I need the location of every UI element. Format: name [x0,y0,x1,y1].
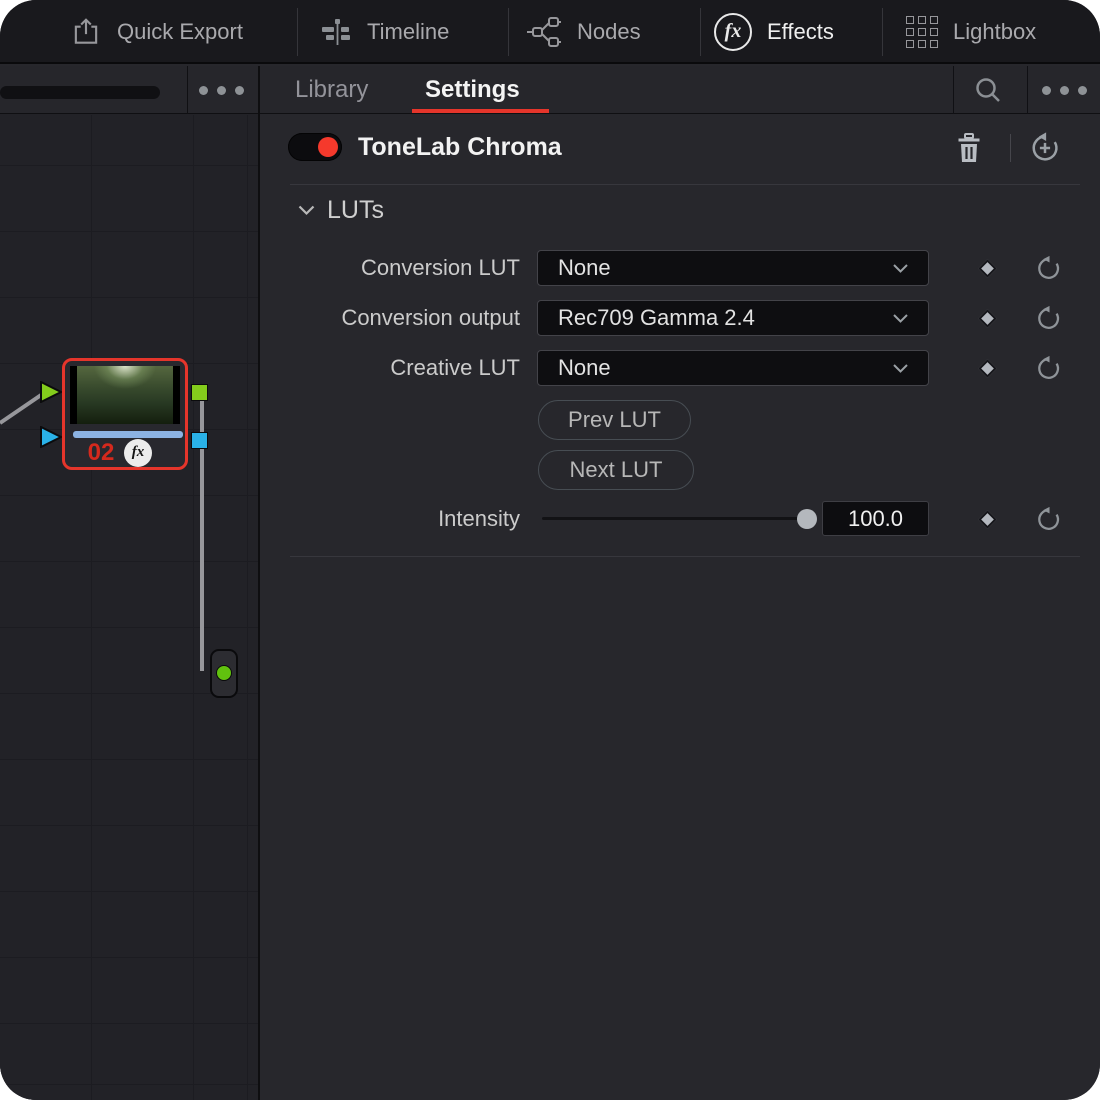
tab-settings[interactable]: Settings [425,66,520,114]
fx-glyph: fx [725,21,742,43]
node-thumbnail [70,366,180,424]
reset-icon [1035,305,1062,332]
rgb-output-port[interactable] [191,384,208,401]
quick-export-button[interactable]: Quick Export [70,0,243,64]
fx-icon: fx [714,13,752,51]
node-progress-bar [73,431,183,438]
node-fx-badge: fx [124,439,152,467]
key-input-port[interactable] [40,426,62,453]
nodes-label: Nodes [577,19,641,45]
intensity-label: Intensity [260,501,520,536]
header-divider [953,66,954,114]
keyframe-diamond-icon[interactable] [978,359,996,377]
restore-defaults-button[interactable] [1028,131,1062,165]
header-divider [1010,134,1011,162]
effects-label: Effects [767,19,834,45]
more-options-icon[interactable] [1042,86,1087,95]
conversion-output-dropdown[interactable]: Rec709 Gamma 2.4 [537,300,929,336]
intensity-slider-track[interactable] [542,517,812,520]
conversion-lut-label: Conversion LUT [260,250,520,286]
timeline-button[interactable]: Timeline [318,0,449,64]
prev-lut-button[interactable]: Prev LUT [538,400,691,440]
active-tab-underline [412,109,549,113]
intensity-value-field[interactable]: 100.0 [822,501,929,536]
next-lut-button[interactable]: Next LUT [538,450,694,490]
section-title: LUTs [327,196,384,225]
creative-lut-label: Creative LUT [260,350,520,386]
section-divider [290,184,1080,185]
node-number: 02 [81,439,121,467]
key-output-port[interactable] [191,432,208,449]
reset-icon [1035,506,1062,533]
chevron-down-icon [298,205,315,216]
tab-library[interactable]: Library [295,66,368,114]
downstream-node[interactable] [210,649,238,698]
forest-thumbnail-image [77,366,173,424]
node-graph-canvas: 02 fx [0,115,258,1100]
chevron-down-icon [893,364,908,373]
node-panel-header [0,66,258,114]
reset-button[interactable] [1034,354,1062,382]
conversion-output-label: Conversion output [260,300,520,336]
horizontal-scrollbar[interactable] [0,86,160,99]
effect-enable-toggle[interactable] [288,133,342,161]
chevron-down-icon [893,264,908,273]
header-divider [187,66,188,114]
reset-icon [1035,355,1062,382]
lightbox-icon [906,16,938,48]
node-graph-panel: 02 fx [0,66,260,1100]
trash-icon [956,133,982,163]
timeline-label: Timeline [367,19,449,45]
reset-button[interactable] [1034,505,1062,533]
timeline-icon [318,17,352,47]
nodes-button[interactable]: Nodes [526,0,641,64]
quick-export-label: Quick Export [117,19,243,45]
more-options-icon[interactable] [199,86,244,95]
green-status-dot [216,665,232,681]
toolbar-divider [882,8,883,56]
reset-button[interactable] [1034,304,1062,332]
toolbar-divider [297,8,298,56]
toolbar-divider [508,8,509,56]
application-window: Quick Export Timeline [0,0,1100,1100]
keyframe-diamond-icon[interactable] [978,510,996,528]
node-connection-wires [0,115,258,1100]
corrector-node[interactable]: 02 fx [62,358,188,470]
effect-title: ToneLab Chroma [358,133,562,161]
header-divider [1027,66,1028,114]
rgb-input-port[interactable] [40,381,62,408]
creative-lut-dropdown[interactable]: None [537,350,929,386]
delete-effect-button[interactable] [954,132,984,164]
section-divider [290,556,1080,557]
reset-button[interactable] [1034,254,1062,282]
conversion-lut-dropdown[interactable]: None [537,250,929,286]
keyframe-diamond-icon[interactable] [978,259,996,277]
lightbox-button[interactable]: Lightbox [906,0,1036,64]
search-icon[interactable] [973,75,1003,110]
history-restore-icon [1028,131,1062,165]
reset-icon [1035,255,1062,282]
effects-button[interactable]: fx Effects [714,0,834,64]
toolbar-divider [700,8,701,56]
inspector-panel: Library Settings ToneLab Chroma [260,66,1100,1100]
settings-body: ToneLab Chroma [260,115,1100,1100]
section-header-luts[interactable]: LUTs [298,195,384,225]
top-toolbar: Quick Export Timeline [0,0,1100,64]
keyframe-diamond-icon[interactable] [978,309,996,327]
inspector-header: Library Settings [260,66,1100,114]
chevron-down-icon [893,314,908,323]
intensity-slider-knob[interactable] [797,509,817,529]
toggle-knob [318,137,338,157]
export-icon [70,16,102,48]
nodes-icon [526,16,562,48]
lightbox-label: Lightbox [953,19,1036,45]
